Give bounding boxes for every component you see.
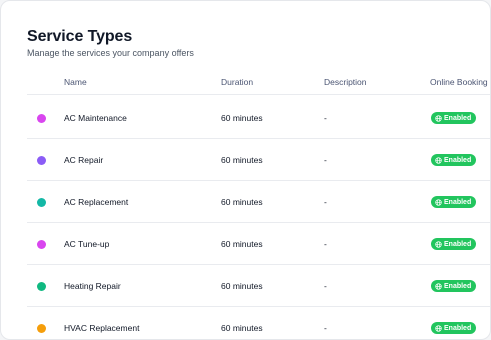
- column-header-description[interactable]: Description: [324, 77, 367, 87]
- column-header-name[interactable]: Name: [64, 77, 87, 87]
- service-name[interactable]: AC Maintenance: [64, 113, 127, 123]
- globe-icon: [435, 282, 442, 290]
- color-dot: [37, 240, 46, 249]
- color-dot: [37, 114, 46, 123]
- color-dot: [37, 198, 46, 207]
- service-duration: 60 minutes: [221, 197, 263, 207]
- online-booking-badge[interactable]: Enabled: [431, 238, 477, 250]
- page-subtitle: Manage the services your company offers: [27, 48, 194, 58]
- online-booking-status: Enabled: [444, 156, 472, 164]
- globe-icon: [435, 240, 442, 248]
- service-description: -: [324, 197, 327, 207]
- online-booking-badge[interactable]: Enabled: [431, 280, 477, 292]
- table-row[interactable]: HVAC Replacement 60 minutes - Enabled: [27, 307, 490, 339]
- service-name[interactable]: HVAC Replacement: [64, 323, 139, 333]
- service-duration: 60 minutes: [221, 239, 263, 249]
- table-row[interactable]: AC Maintenance 60 minutes - Enabled: [27, 97, 490, 139]
- page-title: Service Types: [27, 28, 133, 45]
- column-header-duration[interactable]: Duration: [221, 77, 253, 87]
- service-name[interactable]: AC Repair: [64, 155, 103, 165]
- globe-icon: [435, 198, 442, 206]
- online-booking-status: Enabled: [444, 282, 472, 290]
- online-booking-status: Enabled: [444, 198, 472, 206]
- service-duration: 60 minutes: [221, 113, 263, 123]
- service-name[interactable]: AC Replacement: [64, 197, 128, 207]
- table-row[interactable]: AC Tune-up 60 minutes - Enabled: [27, 223, 490, 265]
- service-name[interactable]: AC Tune-up: [64, 239, 109, 249]
- service-duration: 60 minutes: [221, 281, 263, 291]
- service-duration: 60 minutes: [221, 155, 263, 165]
- service-description: -: [324, 155, 327, 165]
- online-booking-badge[interactable]: Enabled: [431, 322, 477, 334]
- table-header: Name Duration Description Online Booking: [27, 73, 490, 95]
- service-description: -: [324, 113, 327, 123]
- table-row[interactable]: Heating Repair 60 minutes - Enabled: [27, 265, 490, 307]
- color-dot: [37, 156, 46, 165]
- online-booking-status: Enabled: [444, 324, 472, 332]
- globe-icon: [435, 156, 442, 164]
- globe-icon: [435, 114, 442, 122]
- online-booking-badge[interactable]: Enabled: [431, 196, 477, 208]
- online-booking-badge[interactable]: Enabled: [431, 154, 477, 166]
- online-booking-status: Enabled: [444, 240, 472, 248]
- service-description: -: [324, 281, 327, 291]
- column-header-online-booking[interactable]: Online Booking: [430, 77, 488, 87]
- page-header: Service Types Manage the services your c…: [27, 28, 194, 59]
- service-description: -: [324, 239, 327, 249]
- service-types-card: Service Types Manage the services your c…: [0, 0, 491, 340]
- color-dot: [37, 282, 46, 291]
- table-row[interactable]: AC Repair 60 minutes - Enabled: [27, 139, 490, 181]
- service-description: -: [324, 323, 327, 333]
- table-row[interactable]: AC Replacement 60 minutes - Enabled: [27, 181, 490, 223]
- globe-icon: [435, 324, 442, 332]
- online-booking-status: Enabled: [444, 114, 472, 122]
- service-name[interactable]: Heating Repair: [64, 281, 121, 291]
- color-dot: [37, 324, 46, 333]
- online-booking-badge[interactable]: Enabled: [431, 112, 477, 124]
- service-duration: 60 minutes: [221, 323, 263, 333]
